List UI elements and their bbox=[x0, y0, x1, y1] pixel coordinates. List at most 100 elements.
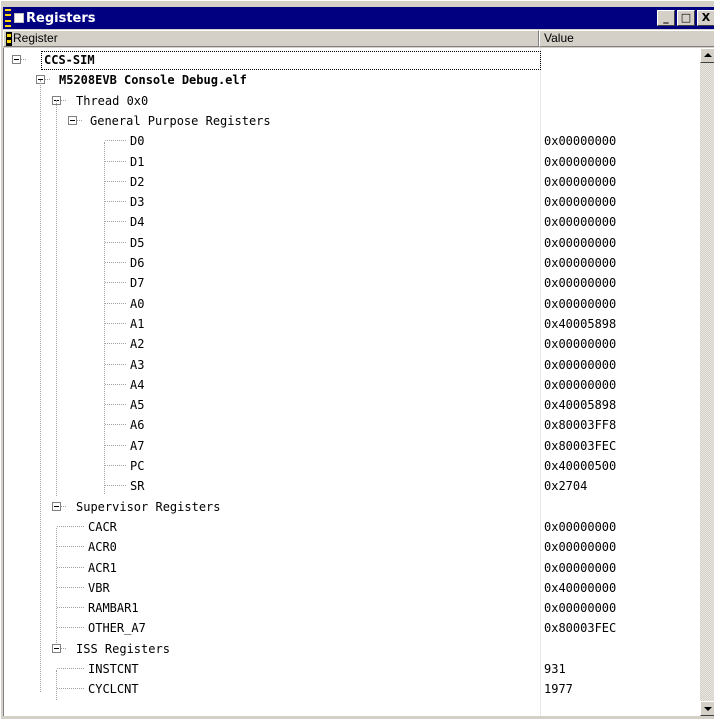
tree-connector bbox=[105, 404, 126, 406]
maximize-button[interactable]: □ bbox=[677, 10, 695, 26]
register-row[interactable]: CYCLCNT 1977 bbox=[4, 679, 700, 699]
register-name: A4 bbox=[130, 377, 145, 392]
register-name: D3 bbox=[130, 195, 145, 210]
register-row[interactable]: A1 0x40005898 bbox=[4, 314, 700, 334]
register-value: 0x80003FF8 bbox=[544, 418, 617, 433]
register-name: CCS-SIM bbox=[41, 51, 541, 70]
register-value: 931 bbox=[544, 662, 566, 676]
register-value: 0x40005898 bbox=[544, 316, 617, 331]
register-name: VBR bbox=[88, 580, 110, 595]
register-row[interactable]: D6 0x00000000 bbox=[4, 253, 700, 273]
tree-connector bbox=[105, 160, 126, 162]
register-value: 0x80003FEC bbox=[544, 438, 617, 453]
register-name: ACR0 bbox=[88, 540, 117, 555]
register-row[interactable]: A3 0x00000000 bbox=[4, 355, 700, 375]
register-value: 0x00000000 bbox=[544, 256, 617, 270]
tree-connector bbox=[57, 627, 84, 629]
tree-node[interactable]: M5208EVB Console Debug.elf bbox=[4, 70, 700, 90]
collapse-toggle-icon[interactable] bbox=[12, 55, 21, 64]
scroll-up-button[interactable] bbox=[700, 48, 714, 63]
minimize-button[interactable]: _ bbox=[657, 10, 675, 26]
register-name: A1 bbox=[130, 316, 145, 331]
register-value: 0x00000000 bbox=[544, 357, 617, 372]
tree-node[interactable]: CCS-SIM bbox=[4, 50, 700, 70]
register-row[interactable]: A2 0x00000000 bbox=[4, 334, 700, 354]
register-column-label: Register bbox=[13, 31, 58, 45]
column-header: Register Value bbox=[3, 30, 714, 47]
register-name: D1 bbox=[130, 154, 145, 169]
register-row[interactable]: D2 0x00000000 bbox=[4, 172, 700, 192]
register-row[interactable]: ACR1 0x00000000 bbox=[4, 558, 700, 578]
tree-node[interactable]: Thread 0x0 bbox=[4, 91, 700, 111]
register-row[interactable]: D7 0x00000000 bbox=[4, 273, 700, 293]
tree-connector bbox=[61, 505, 66, 507]
register-row[interactable]: D5 0x00000000 bbox=[4, 233, 700, 253]
register-value: 0x40005898 bbox=[544, 398, 617, 413]
register-row[interactable]: D1 0x00000000 bbox=[4, 152, 700, 172]
register-row[interactable]: D0 0x00000000 bbox=[4, 131, 700, 151]
tree-connector bbox=[105, 241, 126, 243]
value-column-header[interactable]: Value bbox=[539, 30, 714, 47]
register-name: ISS Registers bbox=[76, 641, 170, 656]
register-row[interactable]: VBR 0x40000000 bbox=[4, 578, 700, 598]
tree-connector bbox=[61, 647, 66, 649]
tree-connector bbox=[105, 262, 126, 263]
register-column-header[interactable]: Register bbox=[3, 30, 539, 47]
register-row[interactable]: A6 0x80003FF8 bbox=[4, 415, 700, 435]
register-row[interactable]: INSTCNT 931 bbox=[4, 659, 700, 679]
tree-node[interactable]: ISS Registers bbox=[4, 639, 700, 659]
register-row[interactable]: A5 0x40005898 bbox=[4, 395, 700, 415]
register-value: 0x00000000 bbox=[544, 195, 617, 210]
drag-grip-icon[interactable] bbox=[5, 9, 11, 27]
tree-connector bbox=[56, 670, 57, 700]
register-name: D0 bbox=[130, 134, 145, 149]
register-row[interactable]: CACR 0x00000000 bbox=[4, 517, 700, 537]
register-name: A2 bbox=[130, 337, 145, 352]
tree-connector bbox=[105, 465, 126, 466]
tree-connector bbox=[56, 528, 57, 643]
register-name: A3 bbox=[130, 357, 145, 372]
register-name: PC bbox=[130, 459, 145, 473]
tree-connector bbox=[57, 525, 84, 527]
register-name: ACR1 bbox=[88, 560, 117, 575]
collapse-toggle-icon[interactable] bbox=[68, 115, 77, 125]
tree-connector bbox=[105, 343, 126, 345]
close-button[interactable]: X bbox=[697, 10, 714, 26]
register-value: 0x40000000 bbox=[544, 580, 617, 595]
register-row[interactable]: A7 0x80003FEC bbox=[4, 436, 700, 456]
window-title: Registers bbox=[26, 10, 96, 26]
scroll-down-button[interactable] bbox=[700, 701, 714, 716]
register-row[interactable]: OTHER_A7 0x80003FEC bbox=[4, 618, 700, 638]
register-name: A0 bbox=[130, 296, 145, 311]
register-row[interactable]: PC 0x40000500 bbox=[4, 456, 700, 476]
register-name: D2 bbox=[130, 174, 145, 189]
register-row[interactable]: ACR0 0x00000000 bbox=[4, 537, 700, 557]
register-row[interactable]: A4 0x00000000 bbox=[4, 375, 700, 395]
register-name: A7 bbox=[130, 438, 145, 453]
register-value: 0x00000000 bbox=[544, 540, 617, 555]
tree-connector bbox=[57, 668, 84, 669]
register-row[interactable]: D3 0x00000000 bbox=[4, 192, 700, 212]
vertical-scrollbar[interactable] bbox=[700, 48, 714, 716]
register-tree[interactable]: CCS-SIM M5208EVB Console Debug.elf Thread … bbox=[3, 48, 700, 716]
tree-connector bbox=[105, 201, 126, 203]
tree-connector bbox=[77, 119, 82, 121]
register-name: M5208EVB Console Debug.elf bbox=[59, 73, 247, 88]
register-value: 0x00000000 bbox=[544, 601, 617, 616]
register-row[interactable]: D4 0x00000000 bbox=[4, 212, 700, 232]
register-name: Thread 0x0 bbox=[76, 93, 149, 108]
collapse-toggle-icon[interactable] bbox=[52, 643, 61, 653]
collapse-toggle-icon[interactable] bbox=[52, 501, 61, 511]
register-row[interactable]: SR 0x2704 bbox=[4, 476, 700, 496]
register-value: 0x80003FEC bbox=[544, 621, 617, 636]
registers-window: Registers _ □ X Register Value CCS-SIM M5… bbox=[0, 0, 714, 719]
tree-node[interactable]: Supervisor Registers bbox=[4, 497, 700, 517]
tree-connector bbox=[21, 59, 26, 60]
tree-node[interactable]: General Purpose Registers bbox=[4, 111, 700, 131]
register-name: General Purpose Registers bbox=[90, 113, 271, 128]
tree-connector bbox=[105, 302, 126, 304]
register-row[interactable]: RAMBAR1 0x00000000 bbox=[4, 598, 700, 618]
register-row[interactable]: A0 0x00000000 bbox=[4, 294, 700, 314]
register-name: OTHER_A7 bbox=[88, 621, 146, 636]
title-bar[interactable]: Registers _ □ X bbox=[3, 7, 714, 29]
